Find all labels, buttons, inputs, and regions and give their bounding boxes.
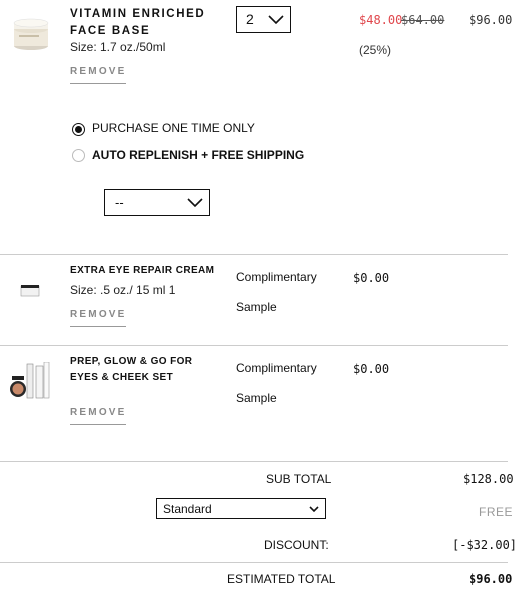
- divider: [0, 461, 508, 462]
- sale-price-face-base: $48.00: [359, 13, 403, 27]
- chevron-down-icon: [309, 506, 319, 513]
- complimentary-line2: Sample: [236, 300, 277, 314]
- price-eye-cream: $0.00: [353, 271, 390, 285]
- complimentary-label: Complimentary Sample: [236, 353, 317, 413]
- remove-button-glow-set[interactable]: REMOVE: [70, 407, 126, 425]
- radio-auto-replenish[interactable]: [72, 149, 85, 162]
- subtotal-label: SUB TOTAL: [266, 472, 332, 486]
- radio-one-time[interactable]: [72, 123, 85, 136]
- shipping-method-select[interactable]: Standard: [156, 498, 326, 519]
- divider: [0, 562, 508, 563]
- chevron-down-icon: [187, 198, 203, 208]
- complimentary-line2: Sample: [236, 391, 277, 405]
- remove-button-face-base[interactable]: REMOVE: [70, 66, 126, 84]
- price-glow-set: $0.00: [353, 362, 390, 376]
- shipping-value: FREE: [479, 505, 514, 519]
- product-image-face-base[interactable]: [10, 16, 52, 52]
- divider: [0, 254, 508, 255]
- line-total-face-base: $96.00: [469, 13, 513, 27]
- estimated-total-value: $96.00: [469, 572, 513, 586]
- shipping-method-value: Standard: [163, 502, 212, 516]
- discount-value: [-$32.00]: [452, 538, 518, 552]
- subtotal-value: $128.00: [463, 472, 514, 486]
- replenish-frequency-select[interactable]: --: [104, 189, 210, 216]
- jar-icon: [20, 285, 40, 297]
- product-size-eye-cream: Size: .5 oz./ 15 ml 1: [70, 283, 176, 297]
- one-time-label[interactable]: PURCHASE ONE TIME ONLY: [92, 121, 255, 135]
- frequency-value: --: [115, 195, 124, 210]
- complimentary-line1: Complimentary: [236, 361, 317, 375]
- original-price-face-base: $64.00: [401, 13, 445, 27]
- quantity-select[interactable]: 2: [236, 6, 291, 33]
- jar-icon: [13, 18, 49, 50]
- auto-replenish-label[interactable]: AUTO REPLENISH + FREE SHIPPING: [92, 148, 304, 162]
- divider: [0, 345, 508, 346]
- complimentary-line1: Complimentary: [236, 270, 317, 284]
- product-image-glow-set[interactable]: [8, 361, 50, 400]
- product-image-eye-cream[interactable]: [18, 282, 42, 300]
- quantity-value: 2: [246, 11, 254, 27]
- chevron-down-icon: [268, 15, 284, 25]
- discount-label: DISCOUNT:: [264, 538, 329, 552]
- product-name-face-base[interactable]: VITAMIN ENRICHED FACE BASE: [70, 6, 235, 40]
- product-name-glow-set[interactable]: PREP, GLOW & GO FOR EYES & CHEEK SET: [70, 354, 220, 386]
- product-name-eye-cream[interactable]: EXTRA EYE REPAIR CREAM: [70, 263, 214, 279]
- discount-percent: (25%): [359, 43, 392, 57]
- product-set-icon: [10, 361, 50, 399]
- estimated-total-label: ESTIMATED TOTAL: [227, 572, 336, 586]
- remove-button-eye-cream[interactable]: REMOVE: [70, 309, 126, 327]
- complimentary-label: Complimentary Sample: [236, 262, 317, 322]
- product-size-face-base: Size: 1.7 oz./50ml: [70, 40, 166, 54]
